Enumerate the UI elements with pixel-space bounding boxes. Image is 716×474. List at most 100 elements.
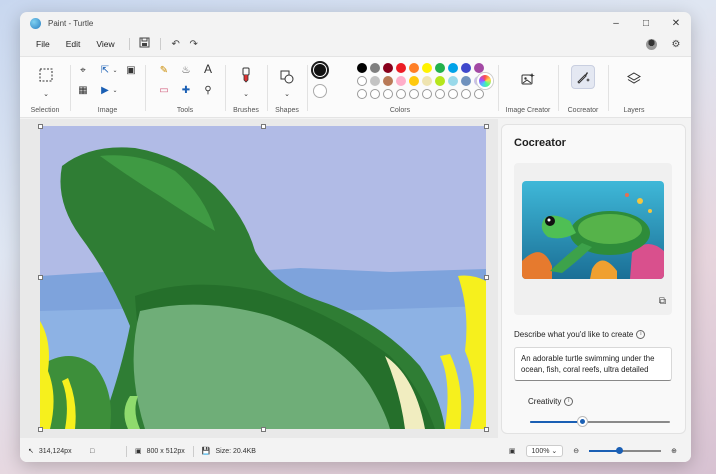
crop-icon[interactable]: ⌖ [76, 63, 90, 77]
layers-label[interactable]: Layers [612, 107, 656, 114]
image-creator-icon[interactable] [516, 67, 540, 91]
palette-color-swatch[interactable] [396, 76, 406, 86]
chevron-down-icon[interactable]: ⌄ [280, 87, 294, 101]
save-icon[interactable] [136, 37, 154, 51]
palette-color-swatch[interactable] [461, 63, 471, 73]
close-icon[interactable]: ✕ [661, 12, 691, 34]
file-size-icon: 💾 [201, 448, 211, 455]
zoom-slider[interactable] [589, 447, 662, 454]
pencil-icon[interactable]: ✎ [157, 63, 171, 77]
resize-handle[interactable] [484, 275, 489, 280]
chevron-down-icon[interactable]: ⌄ [108, 63, 122, 77]
prompt-input[interactable]: An adorable turtle swimming under the oc… [514, 347, 672, 381]
canvas-workspace[interactable] [20, 119, 498, 438]
cocreator-label[interactable]: Cocreator [560, 107, 606, 114]
cursor-position: ↖ 314,124px [20, 447, 82, 456]
menu-file[interactable]: File [28, 39, 58, 49]
custom-color-slot[interactable] [383, 89, 393, 99]
chevron-down-icon[interactable]: ⌄ [108, 83, 122, 97]
fit-to-window-icon[interactable]: ▣ [509, 447, 516, 455]
custom-color-slot[interactable] [357, 89, 367, 99]
fill-bucket-icon[interactable]: ♨ [179, 63, 193, 77]
info-icon[interactable]: i [564, 397, 574, 407]
palette-color-swatch[interactable] [383, 63, 393, 73]
zoom-in-icon[interactable]: ⊕ [671, 447, 677, 455]
palette-color-swatch[interactable] [448, 76, 458, 86]
palette-color-swatch[interactable] [357, 76, 367, 86]
cocreator-brush-icon[interactable] [571, 65, 595, 89]
zoom-slider-thumb[interactable] [616, 447, 624, 454]
generated-turtle-image[interactable] [522, 181, 664, 279]
menu-separator [128, 38, 130, 50]
palette-color-swatch[interactable] [409, 76, 419, 86]
palette-color-swatch[interactable] [409, 63, 419, 73]
drawing-canvas[interactable] [40, 126, 486, 429]
chevron-down-icon[interactable]: ⌄ [239, 87, 253, 101]
creativity-slider[interactable] [530, 417, 670, 426]
palette-color-swatch[interactable] [435, 76, 445, 86]
palette-color-swatch[interactable] [370, 76, 380, 86]
palette-color-swatch[interactable] [422, 63, 432, 73]
maximize-icon[interactable]: □ [631, 12, 661, 34]
selection-size-icon: □ [90, 447, 95, 455]
image-select-icon[interactable]: ▣ [124, 63, 138, 77]
eraser-icon[interactable]: ▭ [157, 83, 171, 97]
palette-color-swatch[interactable] [383, 76, 393, 86]
zoom-select[interactable]: 100% ⌄ [525, 445, 564, 457]
custom-color-slot[interactable] [435, 89, 445, 99]
undo-icon[interactable]: ↶ [167, 39, 185, 50]
settings-gear-icon[interactable]: ⚙ [667, 39, 685, 50]
background-removal-icon[interactable]: ▦ [76, 83, 90, 97]
brush-icon[interactable] [234, 63, 258, 87]
layers-icon[interactable] [622, 67, 646, 91]
palette-color-swatch[interactable] [370, 63, 380, 73]
resize-handle[interactable] [38, 427, 43, 432]
palette-color-swatch[interactable] [396, 63, 406, 73]
custom-color-slot[interactable] [474, 89, 484, 99]
palette-color-swatch[interactable] [435, 63, 445, 73]
layers-group: Layers [612, 57, 656, 119]
colors-group-label: Colors [389, 107, 411, 114]
expand-icon[interactable]: ⧉ [659, 296, 666, 307]
describe-label-text: Describe what you'd like to create [514, 330, 634, 339]
resize-handle[interactable] [261, 427, 266, 432]
chevron-down-icon[interactable]: ⌄ [39, 87, 53, 101]
info-icon[interactable]: i [636, 330, 646, 340]
resize-handle[interactable] [261, 124, 266, 129]
minimize-icon[interactable]: – [601, 12, 631, 34]
custom-color-slot[interactable] [422, 89, 432, 99]
account-avatar[interactable] [646, 38, 657, 50]
image-creator-label[interactable]: Image Creator [500, 107, 556, 114]
text-tool-icon[interactable]: A [201, 62, 215, 76]
custom-color-slot[interactable] [396, 89, 406, 99]
primary-color-swatch[interactable] [311, 61, 329, 79]
creativity-slider-thumb[interactable] [577, 417, 587, 426]
shapes-icon[interactable] [275, 65, 299, 89]
menu-view[interactable]: View [88, 39, 122, 49]
custom-color-slot[interactable] [370, 89, 380, 99]
resize-handle[interactable] [38, 275, 43, 280]
zoom-out-icon[interactable]: ⊖ [573, 447, 579, 455]
resize-handle[interactable] [38, 124, 43, 129]
title-bar: Paint - Turtle – □ ✕ [20, 12, 691, 34]
palette-color-swatch[interactable] [474, 63, 484, 73]
color-picker-icon[interactable]: ✚ [179, 83, 193, 97]
palette-color-swatch[interactable] [448, 63, 458, 73]
magnifier-icon[interactable]: ⚲ [201, 83, 215, 97]
resize-handle[interactable] [484, 427, 489, 432]
menu-edit[interactable]: Edit [58, 39, 89, 49]
custom-color-slot[interactable] [409, 89, 419, 99]
redo-icon[interactable]: ↷ [185, 39, 203, 50]
selection-rectangle-icon[interactable] [34, 63, 58, 87]
resize-handle[interactable] [484, 124, 489, 129]
custom-color-slot[interactable] [448, 89, 458, 99]
palette-color-swatch[interactable] [422, 76, 432, 86]
secondary-color-swatch[interactable] [313, 84, 327, 98]
status-bar: ↖ 314,124px □ ▣ 800 x 512px 💾 Size: 20.4… [20, 440, 691, 462]
palette-color-swatch[interactable] [461, 76, 471, 86]
custom-color-slot[interactable] [461, 89, 471, 99]
shapes-group-label: Shapes [275, 107, 299, 114]
window-controls: – □ ✕ [601, 12, 691, 34]
edit-colors-icon[interactable] [477, 73, 493, 89]
palette-color-swatch[interactable] [357, 63, 367, 73]
